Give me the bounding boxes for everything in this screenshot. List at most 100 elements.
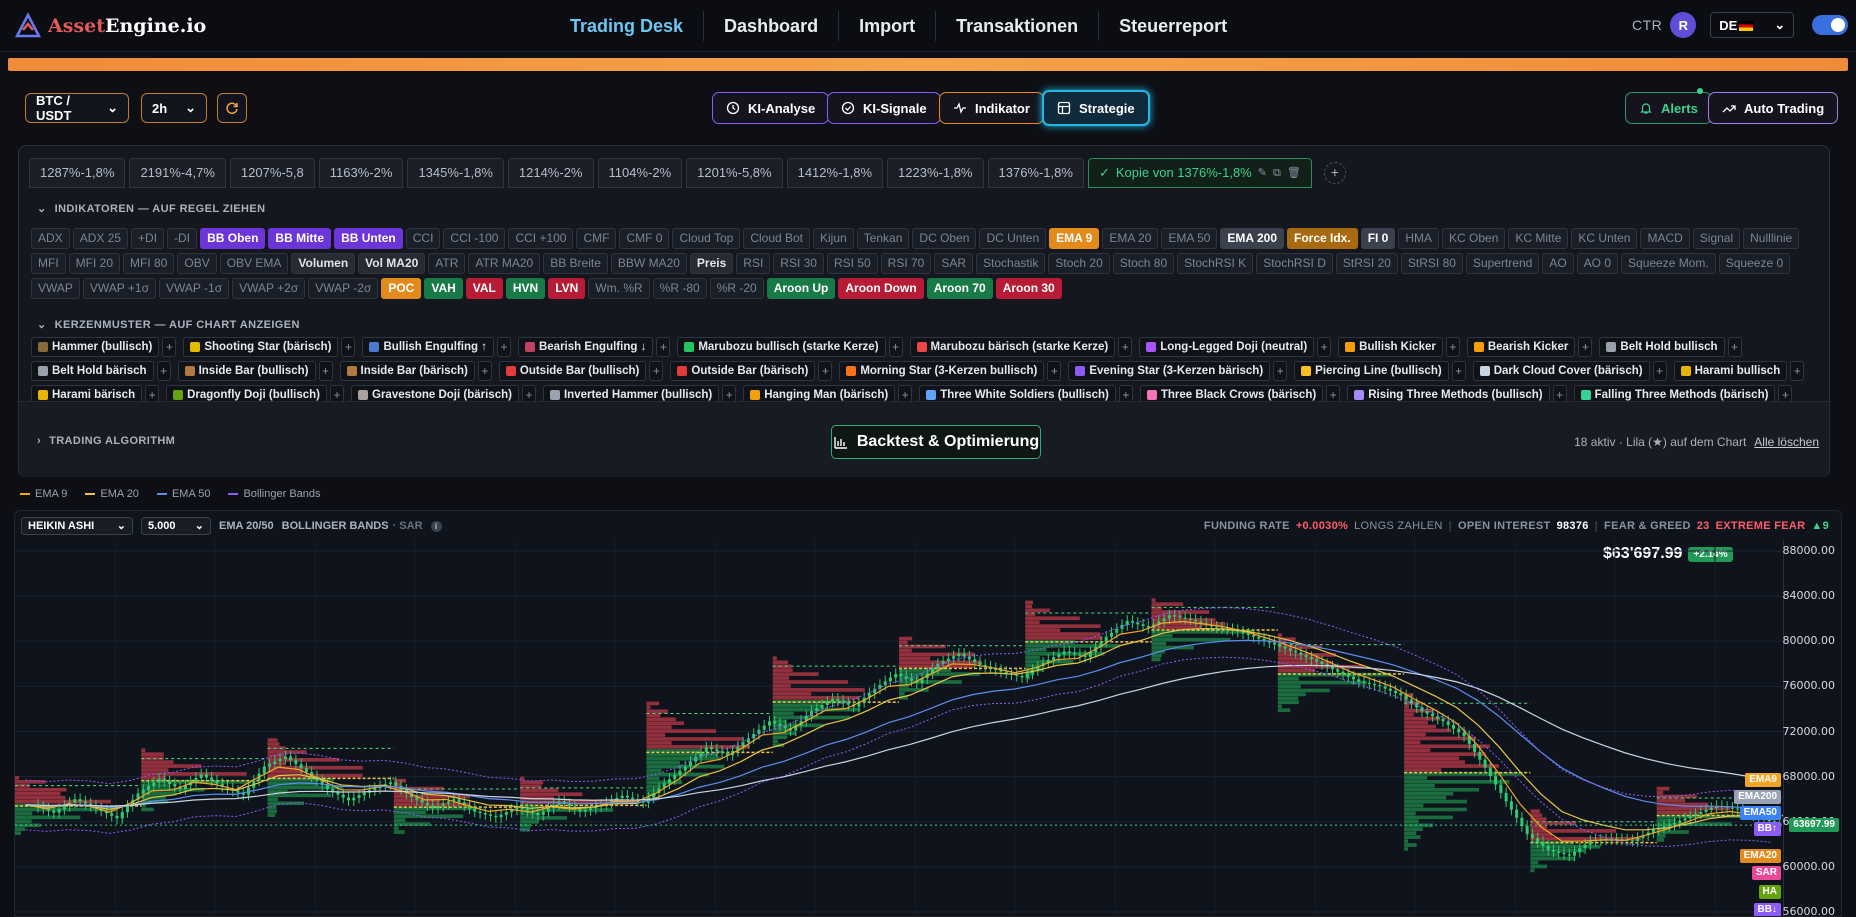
trash-icon[interactable]: 🗑 xyxy=(1287,159,1301,187)
indicator-chip[interactable]: ATR xyxy=(428,253,466,274)
indicator-chip[interactable]: StRSI 80 xyxy=(1400,253,1463,274)
indicator-chip[interactable]: EMA 9 xyxy=(1049,228,1100,249)
nav-steuerreport[interactable]: Steuerreport xyxy=(1098,11,1247,41)
rule-tab[interactable]: 1104%-2% xyxy=(597,158,683,188)
add-pattern-button[interactable]: + xyxy=(156,361,171,381)
nav-import[interactable]: Import xyxy=(838,11,935,41)
chart-type-select[interactable]: HEIKIN ASHI ⌄ xyxy=(21,517,133,535)
add-pattern-button[interactable]: + xyxy=(1652,361,1667,381)
pattern-chip[interactable]: Dark Cloud Cover (bärisch) xyxy=(1472,361,1650,381)
indicator-chip[interactable]: Stoch 80 xyxy=(1112,253,1175,274)
add-pattern-button[interactable]: + xyxy=(1727,337,1742,357)
indicator-chip[interactable]: CCI -100 xyxy=(443,228,506,249)
pattern-chip[interactable]: Morning Star (3-Kerzen bullisch) xyxy=(839,361,1045,381)
indicator-chip[interactable]: MFI xyxy=(31,253,66,274)
legend-item[interactable]: EMA 20 xyxy=(85,488,139,500)
indicator-chip[interactable]: Signal xyxy=(1692,228,1741,249)
add-pattern-button[interactable]: + xyxy=(162,337,177,357)
indicator-chip[interactable]: BB Breite xyxy=(543,253,608,274)
indicator-chip[interactable]: KC Mitte xyxy=(1508,228,1569,249)
indicator-chip[interactable]: Tenkan xyxy=(856,228,910,249)
indicator-chip[interactable]: StochRSI D xyxy=(1256,253,1333,274)
indicator-chip[interactable]: BBW MA20 xyxy=(610,253,687,274)
rule-tab[interactable]: 1287%-1,8% xyxy=(29,158,126,188)
indicator-chip[interactable]: RSI 30 xyxy=(773,253,824,274)
indicator-chip[interactable]: Wm. %R xyxy=(588,278,650,299)
indicator-chip[interactable]: Cloud Top xyxy=(672,228,741,249)
indicator-chip[interactable]: Kijun xyxy=(813,228,854,249)
indicator-chip[interactable]: OBV xyxy=(177,253,217,274)
nav-transaktionen[interactable]: Transaktionen xyxy=(935,11,1098,41)
add-pattern-button[interactable]: + xyxy=(1118,337,1133,357)
indicator-chip[interactable]: VWAP xyxy=(31,278,80,299)
alerts-button[interactable]: Alerts xyxy=(1625,92,1712,124)
pattern-chip[interactable]: Hammer (bullisch) xyxy=(31,337,160,357)
rule-tab[interactable]: 1201%-5,8% xyxy=(686,158,783,188)
indicator-chip[interactable]: Volumen xyxy=(291,253,356,274)
rule-tab-active[interactable]: ✓ Kopie von 1376%-1,8% ✎ ⧉ 🗑 xyxy=(1087,158,1312,188)
indicator-chip[interactable]: VWAP +2σ xyxy=(232,278,306,299)
indicator-chip[interactable]: LVN xyxy=(548,278,586,299)
add-pattern-button[interactable]: + xyxy=(1273,361,1288,381)
indicator-chip[interactable]: CMF 0 xyxy=(619,228,670,249)
language-select[interactable]: DE ⌄ xyxy=(1710,12,1795,38)
indicator-chip[interactable]: StRSI 20 xyxy=(1335,253,1398,274)
pattern-chip[interactable]: Inside Bar (bärisch) xyxy=(339,361,475,381)
indicator-chip[interactable]: RSI 70 xyxy=(880,253,932,274)
indicator-chip[interactable]: HVN xyxy=(505,278,546,299)
indicator-chip[interactable]: OBV EMA xyxy=(219,253,289,274)
pattern-chip[interactable]: Outside Bar (bärisch) xyxy=(670,361,816,381)
indicator-chip[interactable]: CCI +100 xyxy=(508,228,574,249)
indicator-chip[interactable]: BB Mitte xyxy=(268,228,332,249)
indicator-chip[interactable]: MFI 80 xyxy=(123,253,175,274)
add-pattern-button[interactable]: + xyxy=(649,361,664,381)
indicator-chip[interactable]: Squeeze 0 xyxy=(1718,253,1791,274)
pattern-chip[interactable]: Long-Legged Doji (neutral) xyxy=(1139,337,1315,357)
indicator-chip[interactable]: Aroon 30 xyxy=(995,278,1062,299)
indicator-chip[interactable]: -DI xyxy=(167,228,198,249)
pattern-chip[interactable]: Evening Star (3-Kerzen bärisch) xyxy=(1068,361,1271,381)
indicator-chip[interactable]: VWAP -1σ xyxy=(159,278,230,299)
add-pattern-button[interactable]: + xyxy=(318,361,333,381)
indicator-chip[interactable]: Force Idx. xyxy=(1287,228,1358,249)
add-pattern-button[interactable]: + xyxy=(477,361,492,381)
pattern-chip[interactable]: Bullish Kicker xyxy=(1338,337,1443,357)
add-pattern-button[interactable]: + xyxy=(1445,337,1460,357)
indicator-chip[interactable]: AO xyxy=(1542,253,1574,274)
legend-item[interactable]: EMA 50 xyxy=(156,488,210,500)
add-pattern-button[interactable]: + xyxy=(1790,361,1805,381)
edit-icon[interactable]: ✎ xyxy=(1258,159,1267,187)
pair-select[interactable]: BTC / USDT ⌄ xyxy=(25,93,129,123)
indicator-chip[interactable]: KC Unten xyxy=(1571,228,1638,249)
pattern-chip[interactable]: Outside Bar (bullisch) xyxy=(498,361,647,381)
info-icon[interactable]: i xyxy=(430,520,442,532)
chart-plot[interactable] xyxy=(15,539,1783,917)
app-logo[interactable]: AssetEngine.io xyxy=(14,12,206,40)
indicator-chip[interactable]: POC xyxy=(381,278,422,299)
indicator-chip[interactable]: Stoch 20 xyxy=(1048,253,1110,274)
add-pattern-button[interactable]: + xyxy=(1317,337,1332,357)
price-chart[interactable]: HEIKIN ASHI ⌄ 5.000 ⌄ EMA 20/50 BOLLINGER … xyxy=(14,510,1842,917)
add-pattern-button[interactable]: + xyxy=(818,361,833,381)
indicator-chip[interactable]: SAR xyxy=(934,253,974,274)
indicator-chip[interactable]: RSI xyxy=(736,253,771,274)
indicator-chip[interactable]: Stochastik xyxy=(976,253,1046,274)
strategie-button[interactable]: Strategie xyxy=(1042,90,1150,126)
indicator-chip[interactable]: RSI 50 xyxy=(826,253,878,274)
indicator-chip[interactable]: DC Oben xyxy=(912,228,977,249)
ki-signale-button[interactable]: KI-Signale xyxy=(827,92,941,124)
indicator-chip[interactable]: VWAP -2σ xyxy=(308,278,379,299)
pattern-chip[interactable]: Inside Bar (bullisch) xyxy=(177,361,316,381)
indicator-chip[interactable]: Squeeze Mom. xyxy=(1621,253,1716,274)
indicator-chip[interactable]: BB Oben xyxy=(200,228,266,249)
copy-icon[interactable]: ⧉ xyxy=(1273,159,1281,187)
indicator-chip[interactable]: CCI xyxy=(405,228,441,249)
indicator-chip[interactable]: +DI xyxy=(131,228,165,249)
indicator-chip[interactable]: StochRSI K xyxy=(1177,253,1254,274)
pattern-chip[interactable]: Bullish Engulfing ↑ xyxy=(362,337,494,357)
add-pattern-button[interactable]: + xyxy=(1451,361,1466,381)
trading-algorithm-toggle[interactable]: › TRADING ALGORITHM xyxy=(37,435,175,447)
refresh-button[interactable] xyxy=(217,93,247,123)
add-pattern-button[interactable]: + xyxy=(888,337,903,357)
size-select[interactable]: 5.000 ⌄ xyxy=(141,517,211,535)
